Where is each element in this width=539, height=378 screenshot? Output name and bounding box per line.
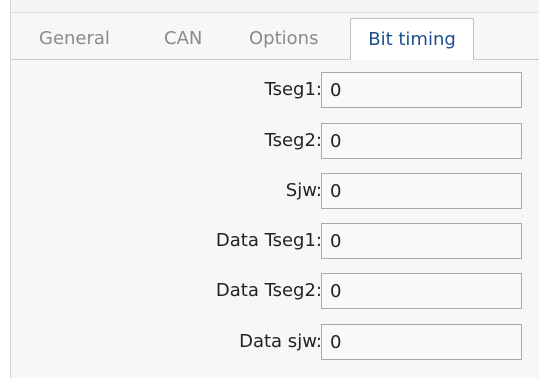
- data-tseg1-label: Data Tseg1:: [215, 230, 322, 251]
- tab-options[interactable]: Options: [249, 19, 349, 59]
- tseg2-input[interactable]: [321, 123, 522, 159]
- tseg2-label: Tseg2:: [264, 130, 322, 151]
- sjw-label: Sjw:: [285, 180, 322, 201]
- tseg1-input[interactable]: [321, 72, 522, 108]
- tseg1-row: Tseg1:: [11, 72, 539, 108]
- tab-can[interactable]: CAN: [164, 19, 224, 59]
- sjw-input[interactable]: [321, 173, 522, 209]
- tab-general[interactable]: General: [39, 19, 149, 59]
- frame-top-edge: [11, 0, 539, 13]
- tab-bit-timing[interactable]: Bit timing: [350, 18, 474, 60]
- data-sjw-label: Data sjw:: [239, 331, 322, 352]
- data-sjw-row: Data sjw:: [11, 324, 539, 360]
- sjw-row: Sjw:: [11, 173, 539, 209]
- data-tseg2-input[interactable]: [321, 273, 522, 309]
- data-tseg2-row: Data Tseg2:: [11, 273, 539, 309]
- tseg1-label: Tseg1:: [264, 79, 322, 100]
- data-tseg2-label: Data Tseg2:: [215, 280, 322, 301]
- data-sjw-input[interactable]: [321, 324, 522, 360]
- data-tseg1-input[interactable]: [321, 223, 522, 259]
- tseg2-row: Tseg2:: [11, 123, 539, 159]
- bit-timing-panel: Tseg1: Tseg2: Sjw: Data Tseg1: Data Tseg…: [11, 60, 539, 378]
- dialog-frame: General CAN Options Bit timing Tseg1: Ts…: [10, 0, 539, 378]
- data-tseg1-row: Data Tseg1:: [11, 223, 539, 259]
